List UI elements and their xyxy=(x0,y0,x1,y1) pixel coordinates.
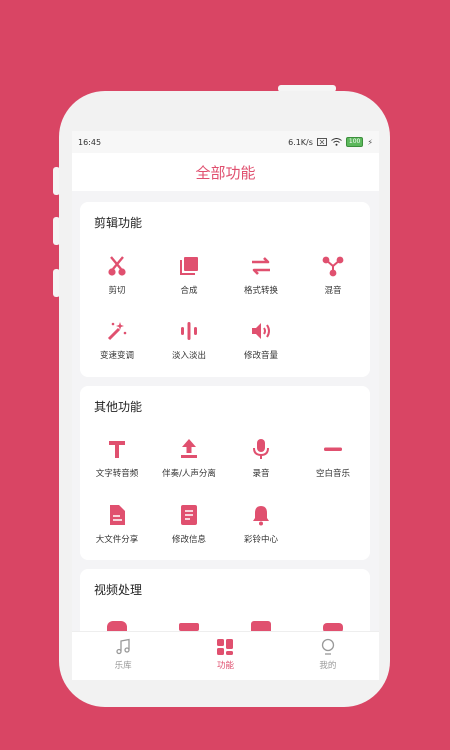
document-icon xyxy=(181,505,197,525)
record-label: 录音 xyxy=(252,469,270,479)
cut-label: 剪切 xyxy=(108,286,126,296)
vocal-separation-label: 伴奏/人声分离 xyxy=(162,469,216,479)
cut-button[interactable]: 剪切 xyxy=(81,254,153,296)
tab-library[interactable]: 乐库 xyxy=(72,632,174,680)
other-section-title: 其他功能 xyxy=(94,400,143,414)
speaker-icon xyxy=(252,323,270,339)
file-icon xyxy=(110,505,125,525)
grid-icon xyxy=(217,639,234,655)
tab-functions[interactable]: 功能 xyxy=(174,632,276,680)
large-file-share-label: 大文件分享 xyxy=(95,535,139,545)
fade-button[interactable]: 淡入淡出 xyxy=(153,319,225,361)
format-convert-button[interactable]: 格式转换 xyxy=(225,254,297,296)
edit-section-title: 剪辑功能 xyxy=(94,216,143,230)
charging-icon: ⚡ xyxy=(367,137,373,147)
video-section-title: 视频处理 xyxy=(94,583,143,597)
page-header: 全部功能 xyxy=(72,153,379,191)
merge-icon xyxy=(180,257,198,275)
volume-label: 修改音量 xyxy=(243,351,278,361)
page-title: 全部功能 xyxy=(195,163,256,182)
blank-music-label: 空白音乐 xyxy=(315,469,350,479)
other-functions-card: 其他功能 文字转音频 伴奏/人声分离 录音 空白音乐 大文件分享 修改信息 彩铃… xyxy=(80,386,370,560)
tab-mine-label: 我的 xyxy=(319,661,337,671)
scissors-icon xyxy=(108,256,126,276)
large-file-share-button[interactable]: 大文件分享 xyxy=(81,503,153,545)
tab-mine[interactable]: 我的 xyxy=(277,632,379,680)
format-convert-label: 格式转换 xyxy=(243,286,278,296)
ringtone-center-button[interactable]: 彩铃中心 xyxy=(225,503,297,545)
blank-music-button[interactable]: 空白音乐 xyxy=(297,437,369,479)
minus-icon xyxy=(324,447,342,451)
bell-icon xyxy=(253,506,269,526)
text-to-audio-button[interactable]: 文字转音频 xyxy=(81,437,153,479)
magic-wand-icon xyxy=(107,322,127,341)
status-time: 16:45 xyxy=(78,137,102,147)
merge-label: 合成 xyxy=(180,286,198,296)
text-icon xyxy=(109,441,125,458)
edit-functions-card: 剪辑功能 剪切 合成 格式转换 混音 变速变调 淡入淡出 修改音量 xyxy=(80,202,370,377)
microphone-icon xyxy=(253,439,269,459)
tab-library-label: 乐库 xyxy=(114,661,132,671)
network-speed: 6.1K/s xyxy=(288,137,313,147)
upload-icon xyxy=(181,439,197,458)
mix-button[interactable]: 混音 xyxy=(297,254,369,296)
edit-info-label: 修改信息 xyxy=(171,535,206,545)
mix-label: 混音 xyxy=(324,286,342,296)
bottom-tab-bar: 乐库 功能 我的 xyxy=(72,631,379,680)
text-to-audio-label: 文字转音频 xyxy=(95,469,139,479)
speed-pitch-label: 变速变调 xyxy=(99,351,134,361)
battery-indicator: 100 xyxy=(345,137,364,147)
ringtone-center-label: 彩铃中心 xyxy=(243,535,278,545)
speed-pitch-button[interactable]: 变速变调 xyxy=(81,319,153,361)
record-button[interactable]: 录音 xyxy=(225,437,297,479)
sim-icon xyxy=(316,138,327,146)
music-note-icon xyxy=(116,638,130,655)
fade-label: 淡入淡出 xyxy=(171,351,206,361)
convert-arrows-icon xyxy=(252,257,270,275)
tab-functions-label: 功能 xyxy=(216,661,234,671)
mix-icon xyxy=(322,256,344,277)
waveform-icon xyxy=(181,322,197,340)
vocal-separation-button[interactable]: 伴奏/人声分离 xyxy=(153,437,225,479)
wifi-icon xyxy=(331,138,342,146)
video-item-2-icon[interactable] xyxy=(179,623,199,631)
app-screen: 16:45 6.1K/s 100 ⚡ 全部功能 剪辑功能 剪切 合成 格式转换 … xyxy=(72,131,379,680)
merge-button[interactable]: 合成 xyxy=(153,254,225,296)
edit-info-button[interactable]: 修改信息 xyxy=(153,503,225,545)
user-icon xyxy=(321,638,334,655)
volume-button[interactable]: 修改音量 xyxy=(225,319,297,361)
status-bar: 16:45 6.1K/s 100 ⚡ xyxy=(72,131,379,153)
